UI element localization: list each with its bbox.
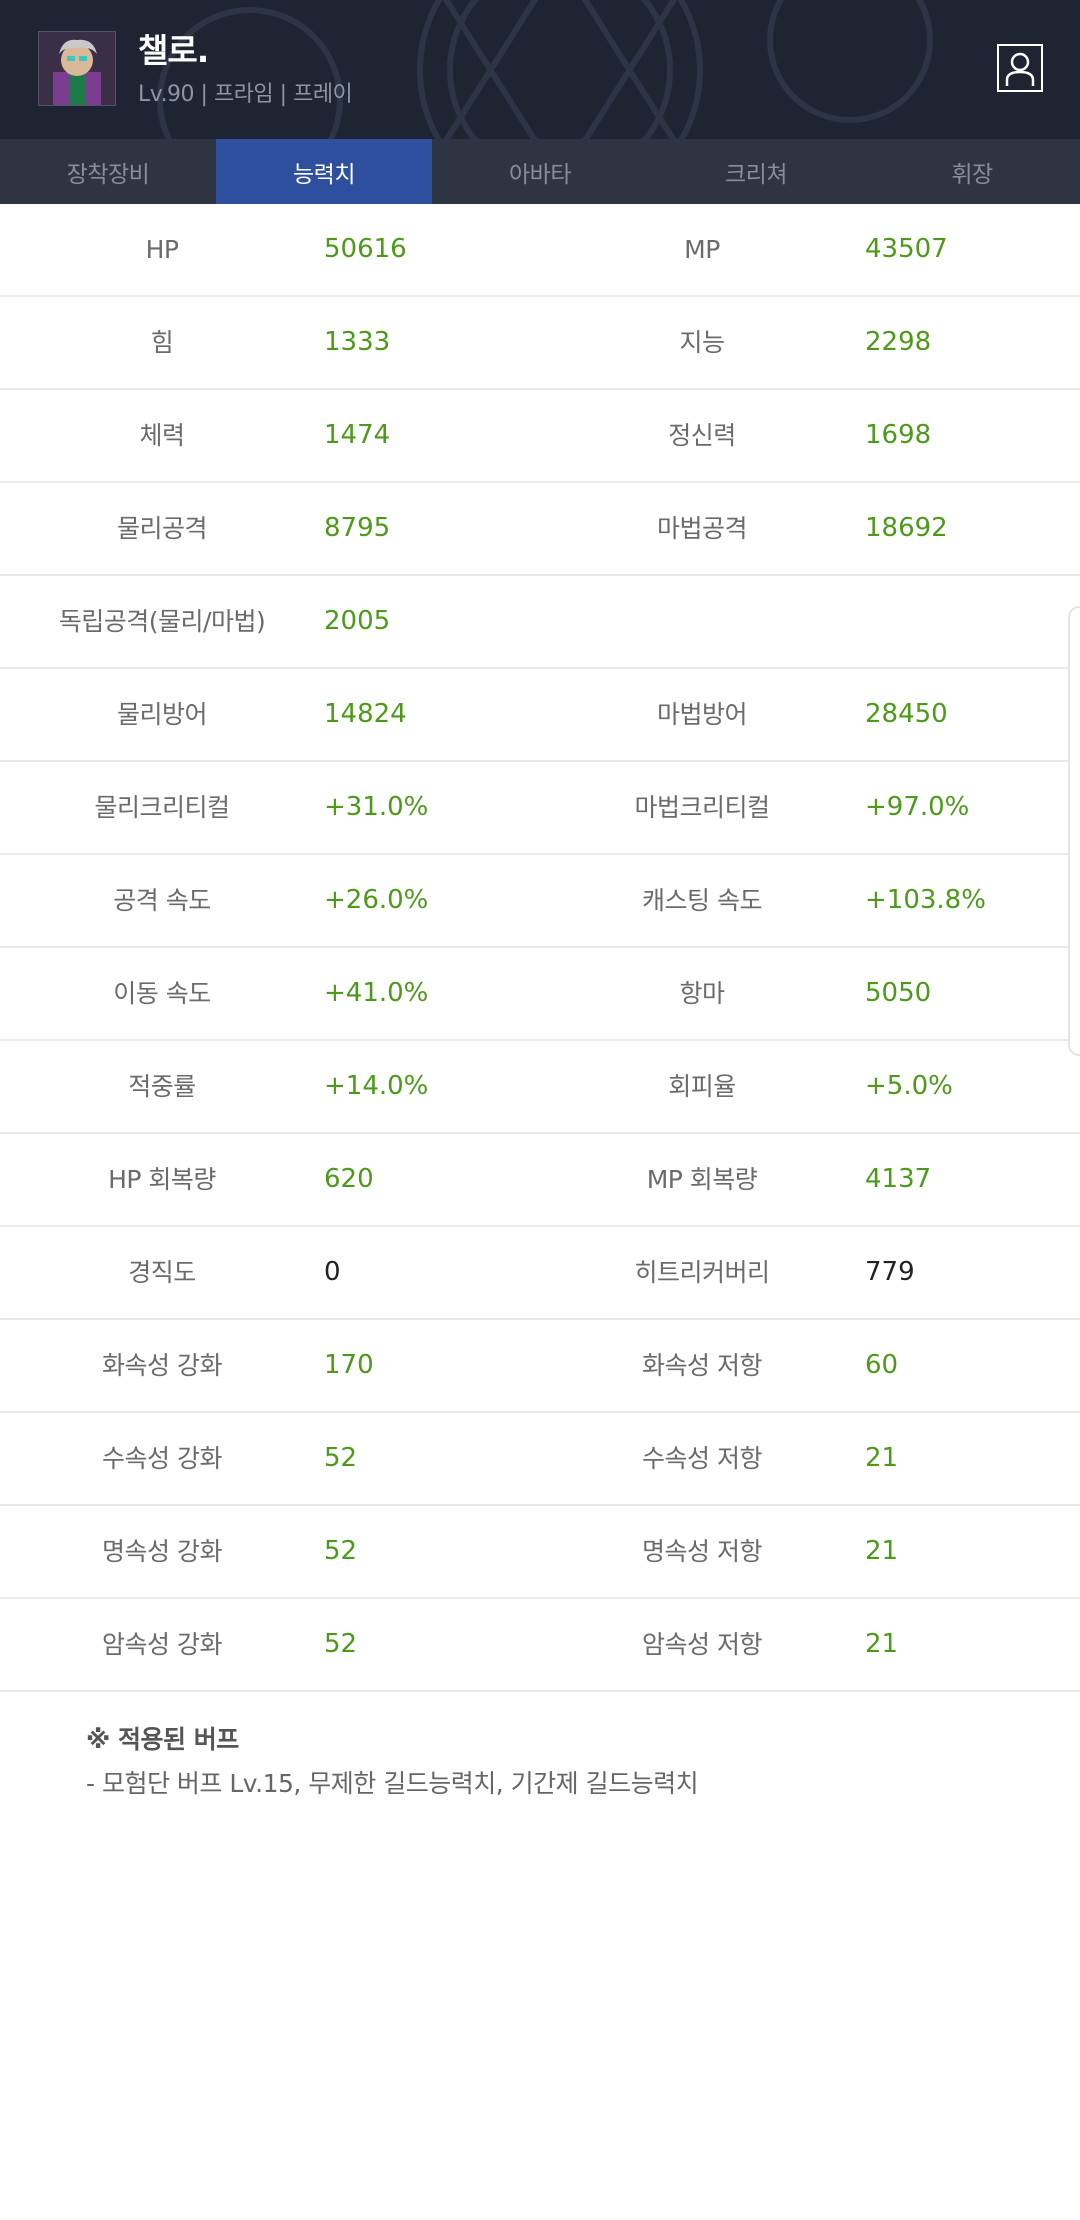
stat-value: 52 (324, 1536, 358, 1566)
stat-value: 779 (865, 1257, 915, 1287)
stat-label: 경직도 (128, 1258, 196, 1287)
stat-value: +14.0% (324, 1071, 429, 1101)
stat-label: 이동 속도 (113, 979, 211, 1008)
character-avatar (38, 31, 116, 106)
stat-label: HP (145, 235, 179, 264)
stat-row: 독립공격(물리/마법) 2005 (0, 576, 1080, 669)
character-name: 챌로. (138, 31, 209, 70)
tab-bar: 장착장비 능력치 아바타 크리쳐 휘장 (0, 139, 1080, 204)
stat-label: 체력 (139, 421, 185, 450)
stat-label: 화속성 저항 (642, 1351, 762, 1380)
tab-emblem[interactable]: 휘장 (864, 139, 1080, 204)
stat-value: 4137 (865, 1164, 932, 1194)
stat-value: +5.0% (865, 1071, 953, 1101)
character-subtitle: Lv.90 | 프라임 | 프레이 (138, 82, 353, 107)
tab-stats[interactable]: 능력치 (216, 139, 432, 204)
stat-label: 독립공격(물리/마법) (58, 607, 266, 636)
stat-label: 물리방어 (116, 700, 208, 729)
stat-label (540, 576, 864, 667)
stat-label: MP 회복량 (646, 1165, 758, 1194)
stat-value: 1474 (324, 420, 391, 450)
stat-row: 암속성 강화 52 암속성 저항 21 (0, 1599, 1080, 1692)
stat-label: 마법크리티컬 (634, 793, 770, 822)
stat-label: 암속성 강화 (102, 1630, 222, 1659)
stat-row: 물리방어 14824 마법방어 28450 (0, 669, 1080, 762)
stat-row: 물리크리티컬 +31.0% 마법크리티컬 +97.0% (0, 762, 1080, 855)
stat-value: 50616 (324, 234, 407, 264)
stat-value: +97.0% (865, 792, 970, 822)
stat-label: 지능 (679, 328, 725, 357)
person-icon (1005, 52, 1035, 86)
stat-value: 1698 (865, 420, 932, 450)
stat-row: 공격 속도 +26.0% 캐스팅 속도 +103.8% (0, 855, 1080, 948)
stat-label: 히트리커버리 (634, 1258, 770, 1287)
stat-label: 힘 (150, 328, 174, 357)
stat-row: 명속성 강화 52 명속성 저항 21 (0, 1506, 1080, 1599)
stat-label: MP (684, 235, 720, 264)
stat-label: 수속성 강화 (102, 1444, 222, 1473)
stat-label: 화속성 강화 (102, 1351, 222, 1380)
stat-value: +31.0% (324, 792, 429, 822)
stat-label: 명속성 저항 (642, 1537, 762, 1566)
stat-value: 1333 (324, 327, 391, 357)
applied-buffs: ※ 적용된 버프 - 모험단 버프 Lv.15, 무제한 길드능력치, 기간제 … (86, 1720, 699, 1800)
stat-value: 14824 (324, 699, 407, 729)
stat-value: 5050 (865, 978, 932, 1008)
tab-creature[interactable]: 크리쳐 (648, 139, 864, 204)
stat-row: 체력 1474 정신력 1698 (0, 390, 1080, 483)
stat-label: 명속성 강화 (102, 1537, 222, 1566)
side-scroll-handle[interactable] (1068, 606, 1080, 1056)
stat-value: 21 (865, 1536, 899, 1566)
stat-label: 캐스팅 속도 (642, 886, 762, 915)
stat-label: 마법공격 (656, 514, 748, 543)
stat-label: 물리크리티컬 (94, 793, 230, 822)
stat-label: 공격 속도 (113, 886, 211, 915)
stat-row: 경직도 0 히트리커버리 779 (0, 1227, 1080, 1320)
stat-value: 170 (324, 1350, 374, 1380)
tab-avatar[interactable]: 아바타 (432, 139, 648, 204)
stat-value: 2005 (324, 606, 391, 636)
stat-value: 2298 (865, 327, 932, 357)
stat-value: +26.0% (324, 885, 429, 915)
stat-row: 적중률 +14.0% 회피율 +5.0% (0, 1041, 1080, 1134)
stat-label: HP 회복량 (108, 1165, 216, 1194)
character-header: 챌로. Lv.90 | 프라임 | 프레이 (0, 0, 1080, 139)
profile-button[interactable] (997, 44, 1043, 92)
stat-row: 이동 속도 +41.0% 항마 5050 (0, 948, 1080, 1041)
stat-value: 52 (324, 1443, 358, 1473)
stat-row: 화속성 강화 170 화속성 저항 60 (0, 1320, 1080, 1413)
stat-value: 28450 (865, 699, 948, 729)
stat-value: 43507 (865, 234, 948, 264)
tab-equipment[interactable]: 장착장비 (0, 139, 216, 204)
stat-label: 수속성 저항 (642, 1444, 762, 1473)
stat-row: 물리공격 8795 마법공격 18692 (0, 483, 1080, 576)
stat-value: 21 (865, 1629, 899, 1659)
stat-value: +103.8% (865, 885, 986, 915)
buff-title: ※ 적용된 버프 (86, 1725, 239, 1754)
stat-label: 암속성 저항 (642, 1630, 762, 1659)
stat-value: 60 (865, 1350, 899, 1380)
stat-label: 적중률 (128, 1072, 196, 1101)
stat-label: 정신력 (668, 421, 736, 450)
stat-row: 힘 1333 지능 2298 (0, 297, 1080, 390)
stat-label: 항마 (679, 979, 725, 1008)
stat-value: 0 (324, 1257, 341, 1287)
stat-value: +41.0% (324, 978, 429, 1008)
stat-row: 수속성 강화 52 수속성 저항 21 (0, 1413, 1080, 1506)
stat-value: 620 (324, 1164, 374, 1194)
stat-value: 21 (865, 1443, 899, 1473)
stat-label: 물리공격 (116, 514, 208, 543)
stat-row: HP 회복량 620 MP 회복량 4137 (0, 1134, 1080, 1227)
buff-description: - 모험단 버프 Lv.15, 무제한 길드능력치, 기간제 길드능력치 (86, 1769, 699, 1798)
stat-label: 회피율 (668, 1072, 736, 1101)
stat-value: 52 (324, 1629, 358, 1659)
stat-row: HP 50616 MP 43507 (0, 204, 1080, 297)
stat-value: 8795 (324, 513, 391, 543)
stat-label: 마법방어 (656, 700, 748, 729)
stat-value: 18692 (865, 513, 948, 543)
stats-table: HP 50616 MP 43507 힘 1333 지능 2298 체력 1474… (0, 204, 1080, 1692)
